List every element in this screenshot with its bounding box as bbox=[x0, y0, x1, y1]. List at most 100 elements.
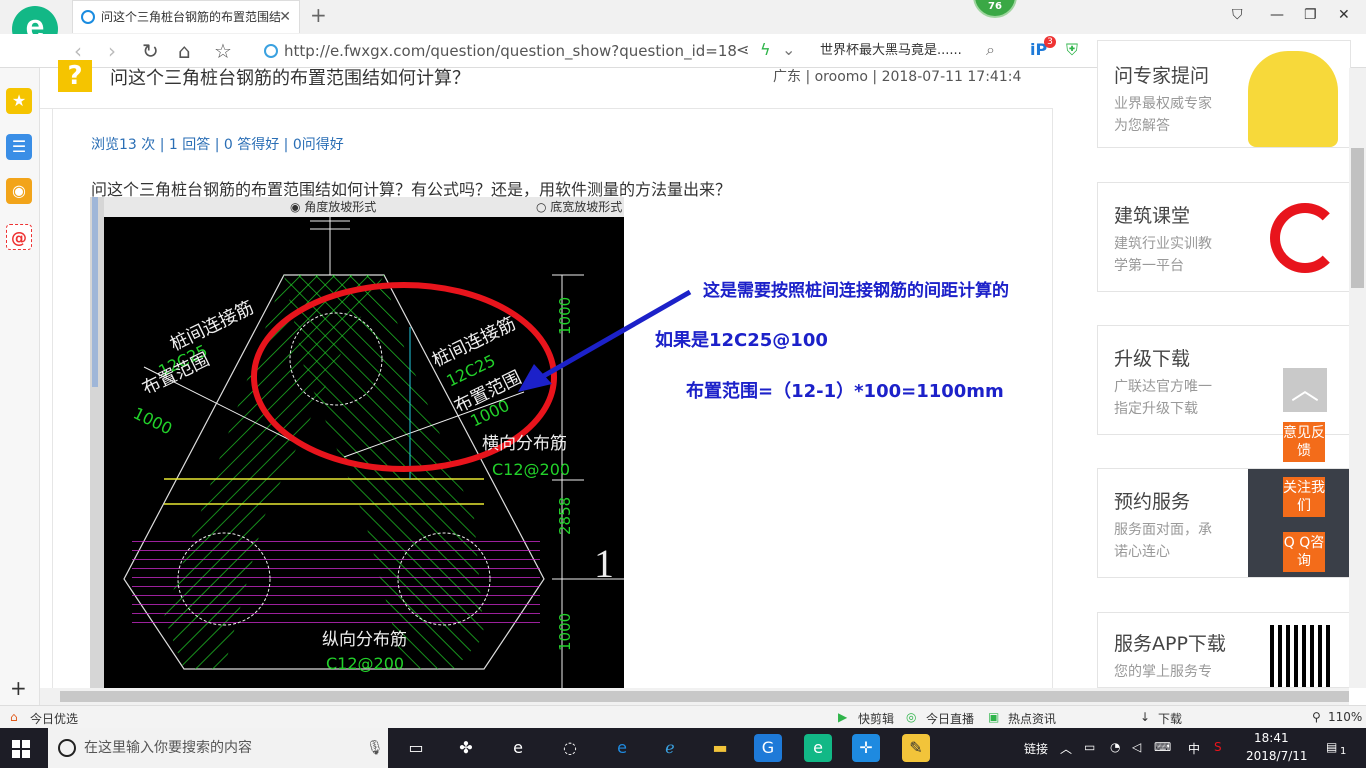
weibo-icon[interactable]: ◉ bbox=[6, 178, 32, 204]
battery-icon[interactable]: ▭ bbox=[1084, 740, 1095, 754]
forward-icon[interactable]: › bbox=[108, 39, 116, 63]
course-logo-icon bbox=[1270, 203, 1340, 273]
close-window-button[interactable]: ✕ bbox=[1338, 7, 1350, 23]
radio-width: ○ 底宽放坡形式 bbox=[536, 200, 623, 214]
deals-icon[interactable]: ⌂ bbox=[10, 710, 18, 724]
cad-sidebar bbox=[92, 197, 98, 387]
folder-icon[interactable]: ▬ bbox=[706, 734, 734, 762]
tray-link[interactable]: 链接 bbox=[1024, 740, 1048, 757]
zoom-icon[interactable]: ⚲ bbox=[1312, 710, 1321, 724]
clip-icon[interactable]: ▶ bbox=[838, 710, 847, 724]
status-item[interactable]: 热点资讯 bbox=[1008, 710, 1056, 727]
annotation-line-3: 布置范围=（12-1）*100=1100mm bbox=[686, 381, 1004, 402]
new-tab-button[interactable]: + bbox=[310, 3, 327, 27]
cad-horiz-spec: C12@200 bbox=[492, 460, 570, 479]
sogou-icon[interactable]: S bbox=[1214, 740, 1222, 754]
back-to-top-button[interactable]: ︿ bbox=[1283, 368, 1327, 412]
qq-consult-button[interactable]: Q Q咨询 bbox=[1283, 532, 1325, 572]
horizontal-scroll-thumb[interactable] bbox=[60, 691, 1349, 702]
card-title: 服务APP下载 bbox=[1114, 633, 1226, 655]
cad-options: ◉ 角度放坡形式 ○ 底宽放坡形式 bbox=[104, 197, 624, 217]
tab-close-icon[interactable]: ✕ bbox=[279, 1, 291, 33]
card-title: 升级下载 bbox=[1114, 348, 1191, 370]
tray-chevron-icon[interactable]: ︿ bbox=[1060, 740, 1072, 757]
download-icon[interactable]: ↓ bbox=[1140, 710, 1150, 724]
tab-active[interactable]: 问这个三角桩台钢筋的布置范围结 ✕ bbox=[72, 0, 300, 33]
left-sidebar: ★ ☰ ◉ @ + bbox=[0, 68, 40, 706]
taskbar-search-placeholder: 在这里输入你要搜索的内容 bbox=[84, 740, 252, 756]
clock-time[interactable]: 18:41 bbox=[1254, 731, 1289, 745]
fan-app-icon[interactable]: ✤ bbox=[452, 734, 480, 762]
star-icon[interactable]: ☆ bbox=[214, 39, 232, 63]
volume-icon[interactable]: ◁ bbox=[1132, 740, 1141, 754]
wifi-icon[interactable]: ◔ bbox=[1110, 740, 1120, 754]
vertical-scroll-thumb[interactable] bbox=[1351, 148, 1364, 288]
card-app[interactable]: 服务APP下载 您的掌上服务专 bbox=[1097, 612, 1351, 688]
card-expert[interactable]: 问专家提问 业界最权威专家 为您解答 bbox=[1097, 40, 1351, 148]
url-text: http://e.fwxgx.com/question/question_sho… bbox=[284, 42, 737, 60]
question-mark-icon: ? bbox=[58, 60, 92, 92]
status-item[interactable]: 今日直播 bbox=[926, 710, 974, 727]
ie-icon[interactable]: ℯ bbox=[656, 734, 684, 762]
refresh-icon[interactable]: ↻ bbox=[142, 39, 159, 63]
card-sub: 学第一平台 bbox=[1114, 258, 1184, 274]
cad-dim-mid: 2858 bbox=[556, 497, 574, 535]
live-icon[interactable]: ◎ bbox=[906, 710, 916, 724]
notification-count: 1 bbox=[1340, 746, 1347, 757]
reader-icon[interactable]: ☰ bbox=[6, 134, 32, 160]
chat-app-icon[interactable]: ◌ bbox=[556, 734, 584, 762]
windows-start-icon[interactable] bbox=[12, 740, 30, 758]
task-view-icon[interactable]: ▭ bbox=[402, 734, 430, 762]
card-title: 预约服务 bbox=[1114, 491, 1191, 513]
shield-icon[interactable]: ⛨ bbox=[1066, 40, 1078, 60]
lightning-icon[interactable]: ϟ bbox=[760, 40, 771, 59]
card-title: 问专家提问 bbox=[1114, 65, 1210, 87]
cad-vert-spec: C12@200 bbox=[326, 654, 404, 673]
mic-icon[interactable]: 🎙 bbox=[366, 728, 384, 768]
cad-big-one: 1 bbox=[594, 541, 614, 586]
tab-strip: 问这个三角桩台钢筋的布置范围结 ✕ + 76 ⛉ — ❐ ✕ bbox=[0, 0, 1366, 52]
card-sub: 指定升级下载 bbox=[1114, 401, 1198, 417]
edge-icon[interactable]: e bbox=[608, 734, 636, 762]
cad-label-left-4: 1000 bbox=[130, 404, 175, 439]
ie-app-icon[interactable]: e bbox=[504, 734, 532, 762]
taskbar-search[interactable]: 在这里输入你要搜索的内容 🎙 bbox=[48, 728, 388, 768]
card-course[interactable]: 建筑课堂 建筑行业实训教 学第一平台 bbox=[1097, 182, 1351, 292]
status-item[interactable]: 快剪辑 bbox=[858, 710, 894, 727]
search-box[interactable]: 世界杯最大黑马竟是...... bbox=[812, 38, 1008, 64]
ime-indicator[interactable]: 中 bbox=[1188, 740, 1200, 757]
status-item[interactable]: 下载 bbox=[1158, 710, 1182, 727]
site-info-icon[interactable] bbox=[264, 44, 278, 58]
news-icon[interactable]: ▣ bbox=[988, 710, 999, 724]
shirt-icon[interactable]: ⛉ bbox=[1232, 7, 1243, 23]
feedback-button[interactable]: 意见反馈 bbox=[1283, 422, 1325, 462]
search-icon[interactable]: ⌕ bbox=[986, 40, 995, 60]
page-title: 问这个三角桩台钢筋的布置范围结如何计算？ bbox=[110, 68, 470, 89]
chevron-down-icon[interactable]: ⌄ bbox=[782, 40, 795, 59]
favorites-icon[interactable]: ★ bbox=[6, 88, 32, 114]
question-stats[interactable]: 浏览13 次 | 1 回答 | 0 答得好 | 0问得好 bbox=[91, 134, 344, 154]
cad-horiz-label: 横向分布筋 bbox=[482, 434, 567, 454]
clock-date[interactable]: 2018/7/11 bbox=[1246, 749, 1308, 763]
home-icon[interactable]: ⌂ bbox=[178, 39, 191, 63]
card-sub: 您的掌上服务专 bbox=[1114, 664, 1212, 680]
cad-label-left-1: 桩间连接筋 bbox=[167, 297, 257, 355]
keyboard-icon[interactable]: ⌨ bbox=[1154, 740, 1171, 754]
mail-icon[interactable]: @ bbox=[6, 224, 32, 250]
g-app-icon[interactable]: G bbox=[754, 734, 782, 762]
restore-button[interactable]: ❐ bbox=[1304, 7, 1317, 23]
status-deals[interactable]: 今日优选 bbox=[30, 710, 78, 727]
card-sub: 建筑行业实训教 bbox=[1114, 236, 1212, 252]
plus-app-icon[interactable]: ✛ bbox=[852, 734, 880, 762]
notes-app-icon[interactable]: ✎ bbox=[902, 734, 930, 762]
add-sidebar-icon[interactable]: + bbox=[10, 676, 27, 700]
divider bbox=[40, 108, 1052, 109]
address-bar[interactable]: http://e.fwxgx.com/question/question_sho… bbox=[258, 38, 806, 64]
score-badge[interactable]: 76 bbox=[973, 0, 1017, 18]
minimize-button[interactable]: — bbox=[1270, 7, 1284, 23]
follow-button[interactable]: 关注我们 bbox=[1283, 477, 1325, 517]
zoom-level[interactable]: 110% bbox=[1328, 710, 1362, 724]
notification-icon[interactable]: ▤ bbox=[1326, 740, 1337, 754]
browser-task-icon[interactable]: e bbox=[804, 734, 832, 762]
share-icon[interactable]: ⋖ bbox=[736, 40, 749, 59]
